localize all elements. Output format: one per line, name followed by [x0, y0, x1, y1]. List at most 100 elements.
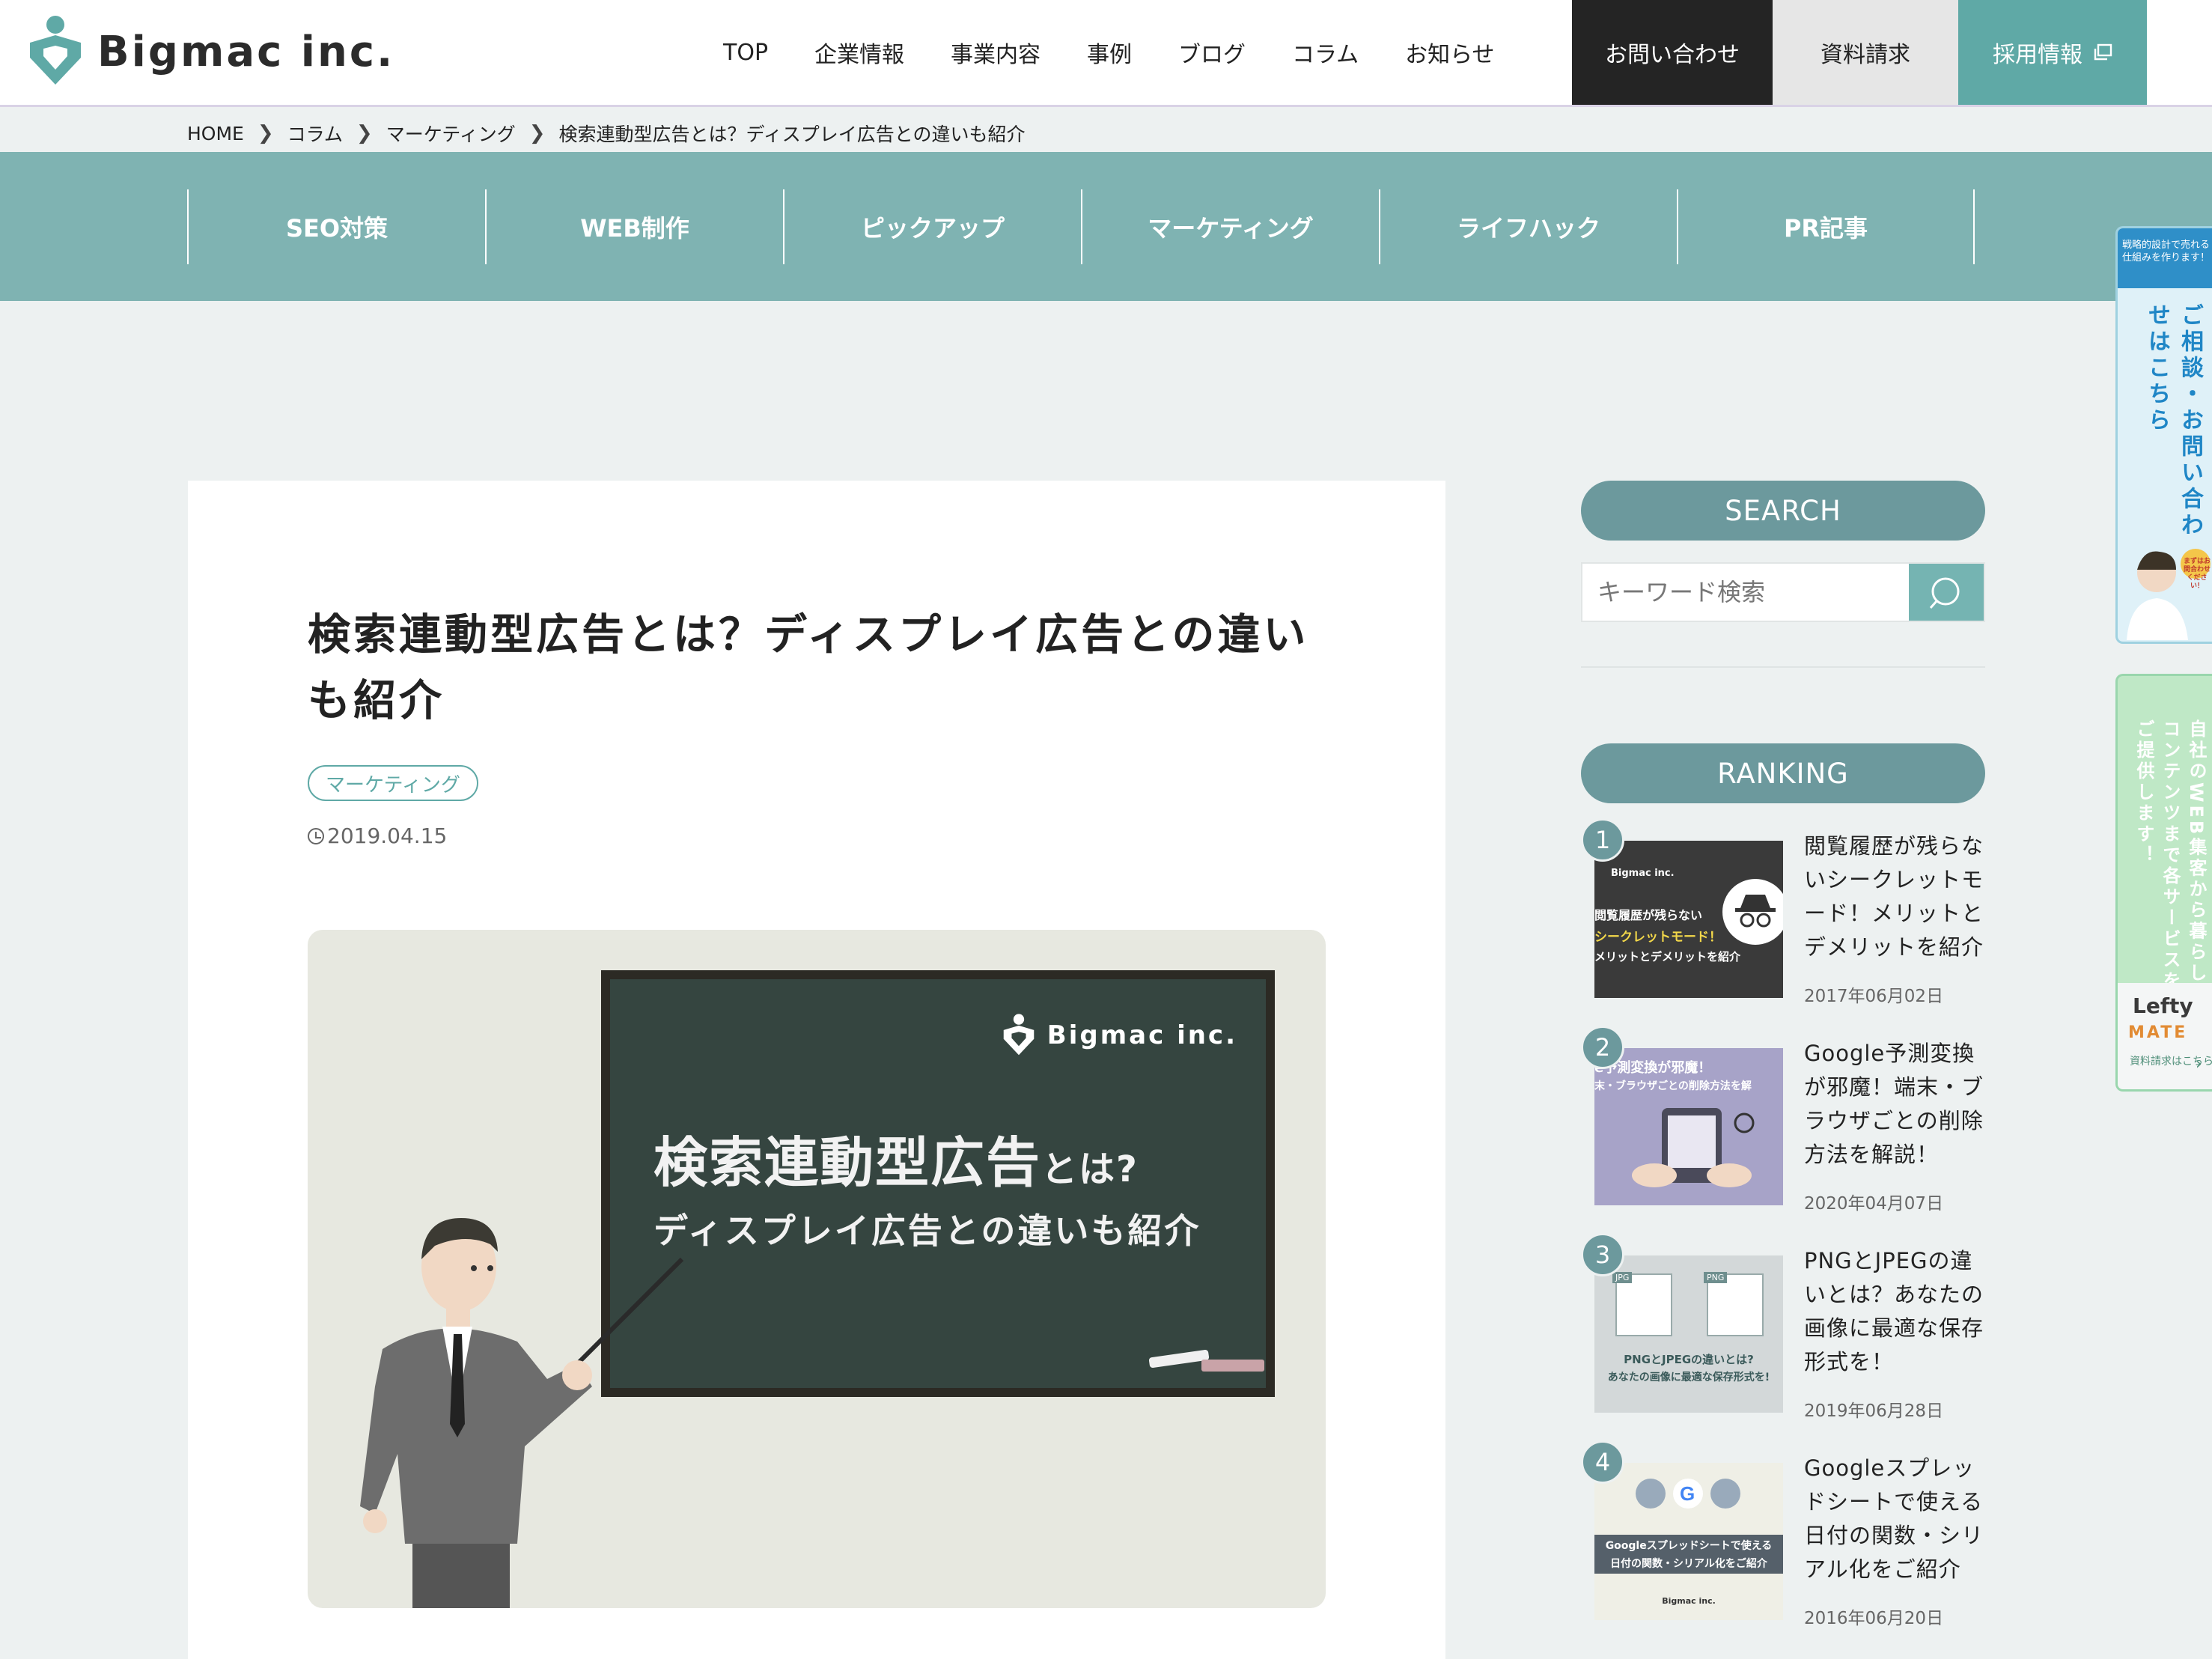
banner-footer: Lefty MATE 資料請求はこちら ›	[2118, 983, 2212, 1089]
services-float-banner[interactable]: 自社のWEB集客から暮らしのコンテンツまで各サービスをご提供します！ Lefty…	[2115, 674, 2212, 1092]
nav-services[interactable]: 事業内容	[951, 36, 1041, 69]
ranking-date: 2017年06月02日	[1804, 987, 1944, 1006]
thumb-logo: Bigmac inc.	[1611, 868, 1675, 879]
ranking-heading: RANKING	[1581, 743, 1985, 803]
incognito-icon	[1722, 879, 1783, 945]
thumb-line1: Googleスプレッドシートで使える	[1605, 1540, 1773, 1552]
category-marketing[interactable]: マーケティング	[1081, 189, 1379, 264]
category-web[interactable]: WEB制作	[485, 189, 783, 264]
ranking-title[interactable]: PNGとJPEGの違いとは？あなたの画像に最適な保存形式を！	[1804, 1244, 1991, 1379]
thumb-line2: あなたの画像に最適な保存形式を!	[1607, 1372, 1770, 1383]
ranking-title[interactable]: Google予測変換が邪魔！端末・ブラウザごとの削除方法を解説！	[1804, 1037, 1991, 1172]
thumb-line1: 閲覧履歴が残らない	[1594, 908, 1703, 922]
search-button[interactable]	[1909, 564, 1984, 621]
ranking-thumbnail: e予測変換が邪魔！ 末・ブラウザごとの削除方法を解	[1594, 1048, 1783, 1205]
nav-top[interactable]: TOP	[723, 40, 768, 66]
search-icon	[1929, 577, 1960, 609]
category-band: SEO対策 WEB制作 ピックアップ マーケティング ライフハック PR記事	[0, 152, 2212, 301]
chalk-illustration	[1148, 1349, 1210, 1369]
banner-vertical-text: 自社のWEB集客から暮らしのコンテンツまで各サービスをご提供します！	[2133, 719, 2207, 1005]
article-date: 2019.04.15	[308, 824, 447, 848]
contact-float-banner[interactable]: 戦略的設計で売れる仕組みを作ります！ ご相談・お問い合わせはこちら まずはお問合…	[2115, 226, 2212, 644]
hero-subheadline: ディスプレイ広告との違いも紹介	[653, 1211, 1201, 1251]
category-pr[interactable]: PR記事	[1677, 189, 1975, 264]
nav-news[interactable]: お知らせ	[1405, 36, 1494, 69]
search-input[interactable]	[1582, 564, 1909, 621]
banner-badge: まずはお問合わせください！	[2183, 558, 2211, 590]
site-header: Bigmac inc. TOP 企業情報 事業内容 事例 ブログ コラム お知ら…	[0, 0, 2212, 107]
breadcrumb-current: 検索連動型広告とは？ディスプレイ広告との違いも紹介	[558, 124, 1026, 145]
category-list: SEO対策 WEB制作 ピックアップ マーケティング ライフハック PR記事	[187, 189, 1975, 264]
breadcrumb-home[interactable]: HOME	[187, 123, 244, 144]
chevron-right-icon: ❯	[257, 122, 274, 144]
ranking-thumbnail: G Googleスプレッドシートで使える 日付の関数・シリアル化をご紹介 Big…	[1594, 1463, 1783, 1620]
ranking-item[interactable]: 3 JPG PNG PNGとJPEGの違いとは? あなたの画像に最適な保存形式を…	[1581, 1233, 2000, 1428]
rank-badge: 1	[1581, 818, 1624, 862]
search-box	[1581, 562, 1985, 622]
main-nav: TOP 企業情報 事業内容 事例 ブログ コラム お知らせ	[723, 0, 1541, 105]
ranking-date: 2016年06月20日	[1804, 1609, 1944, 1628]
thumb-line2: 日付の関数・シリアル化をご紹介	[1610, 1558, 1767, 1570]
lefty-logo: Lefty	[2133, 993, 2193, 1018]
chevron-right-icon: ❯	[356, 122, 373, 144]
ranking-date: 2019年06月28日	[1804, 1401, 1944, 1421]
site-logo[interactable]: Bigmac inc.	[24, 10, 394, 93]
thumb-line3: メリットとデメリットを紹介	[1594, 950, 1741, 964]
ranking-item[interactable]: 2 e予測変換が邪魔！ 末・ブラウザごとの削除方法を解 Google予測変換が邪…	[1581, 1026, 2000, 1220]
nav-company[interactable]: 企業情報	[814, 36, 904, 69]
breadcrumb-column[interactable]: コラム	[287, 120, 343, 147]
article-title: 検索連動型広告とは？ディスプレイ広告との違い も紹介	[308, 602, 1326, 734]
breadcrumb-marketing[interactable]: マーケティング	[386, 120, 516, 147]
ranking-item[interactable]: 4 G Googleスプレッドシートで使える 日付の関数・シリアル化をご紹介 B…	[1581, 1440, 2000, 1635]
nav-cases[interactable]: 事例	[1087, 36, 1132, 69]
search-heading: SEARCH	[1581, 481, 1985, 541]
rank-badge: 2	[1581, 1026, 1624, 1069]
thumb-line2: シークレットモード！	[1594, 930, 1722, 945]
article-title-line2: も紹介	[308, 676, 445, 725]
ranking-item[interactable]: 1 Bigmac inc. 閲覧履歴が残らない シークレットモード！ メリットと…	[1581, 818, 2000, 1013]
jpg-file-icon: JPG	[1612, 1272, 1672, 1336]
clock-icon	[308, 827, 324, 844]
ranking-thumbnail: Bigmac inc. 閲覧履歴が残らない シークレットモード！ メリットとデメ…	[1594, 841, 1783, 998]
banner-top-text: 戦略的設計で売れる仕組みを作ります！	[2118, 228, 2212, 288]
document-request-label: 資料請求	[1821, 42, 1910, 68]
thumb-line1: PNGとJPEGの違いとは?	[1624, 1353, 1754, 1366]
logo-mark-icon	[1003, 1014, 1035, 1056]
article-category-tag[interactable]: マーケティング	[308, 765, 478, 801]
contact-label: お問い合わせ	[1605, 42, 1740, 68]
banner-vertical-text: ご相談・お問い合わせはこちら	[2144, 303, 2203, 539]
article-hero-image: Bigmac inc. 検索連動型広告とは? ディスプレイ広告との違いも紹介	[308, 930, 1326, 1608]
ranking-date: 2020年04月07日	[1804, 1194, 1944, 1214]
category-lifehack[interactable]: ライフハック	[1379, 189, 1677, 264]
article-card: 検索連動型広告とは？ディスプレイ広告との違い も紹介 マーケティング 2019.…	[188, 481, 1445, 1659]
external-link-icon	[2094, 43, 2112, 61]
ranking-title[interactable]: 閲覧履歴が残らないシークレットモード！メリットとデメリットを紹介	[1804, 830, 1991, 964]
logo-text: Bigmac inc.	[97, 27, 395, 76]
article-title-line1: 検索連動型広告とは？ディスプレイ広告との違い	[308, 610, 1309, 660]
thumb-line2: 末・ブラウザごとの削除方法を解	[1594, 1080, 1752, 1092]
rank-badge: 4	[1581, 1440, 1624, 1484]
teacher-illustration	[360, 1218, 684, 1608]
nav-column[interactable]: コラム	[1292, 36, 1359, 69]
hero-headline: 検索連動型広告とは?	[653, 1118, 1139, 1197]
sidebar-divider	[1581, 666, 1985, 668]
nav-blog[interactable]: ブログ	[1178, 36, 1246, 69]
png-file-icon: PNG	[1704, 1272, 1764, 1336]
ranking-title[interactable]: Googleスプレッドシートで使える日付の関数・シリアル化をご紹介	[1804, 1452, 1991, 1586]
category-pickup[interactable]: ピックアップ	[783, 189, 1081, 264]
chevron-right-icon: ›	[2196, 1055, 2202, 1074]
contact-button[interactable]: お問い合わせ	[1572, 0, 1773, 105]
recruit-label: 採用情報	[1993, 42, 2082, 68]
breadcrumb: HOME ❯ コラム ❯ マーケティング ❯ 検索連動型広告とは？ディスプレイ広…	[187, 120, 1026, 147]
logo-mark-icon	[30, 16, 81, 85]
tablet-hands-illustration	[1632, 1108, 1755, 1187]
hero-headline-main: 検索連動型広告	[653, 1131, 1042, 1194]
hero-headline-small: とは?	[1041, 1148, 1139, 1190]
document-request-button[interactable]: 資料請求	[1773, 0, 1958, 105]
eraser-illustration	[1201, 1360, 1264, 1372]
png-tag: PNG	[1704, 1272, 1728, 1283]
mate-logo: MATE	[2128, 1023, 2188, 1042]
category-seo[interactable]: SEO対策	[187, 189, 485, 264]
recruit-button[interactable]: 採用情報	[1958, 0, 2147, 105]
jpg-tag: JPG	[1612, 1272, 1633, 1283]
